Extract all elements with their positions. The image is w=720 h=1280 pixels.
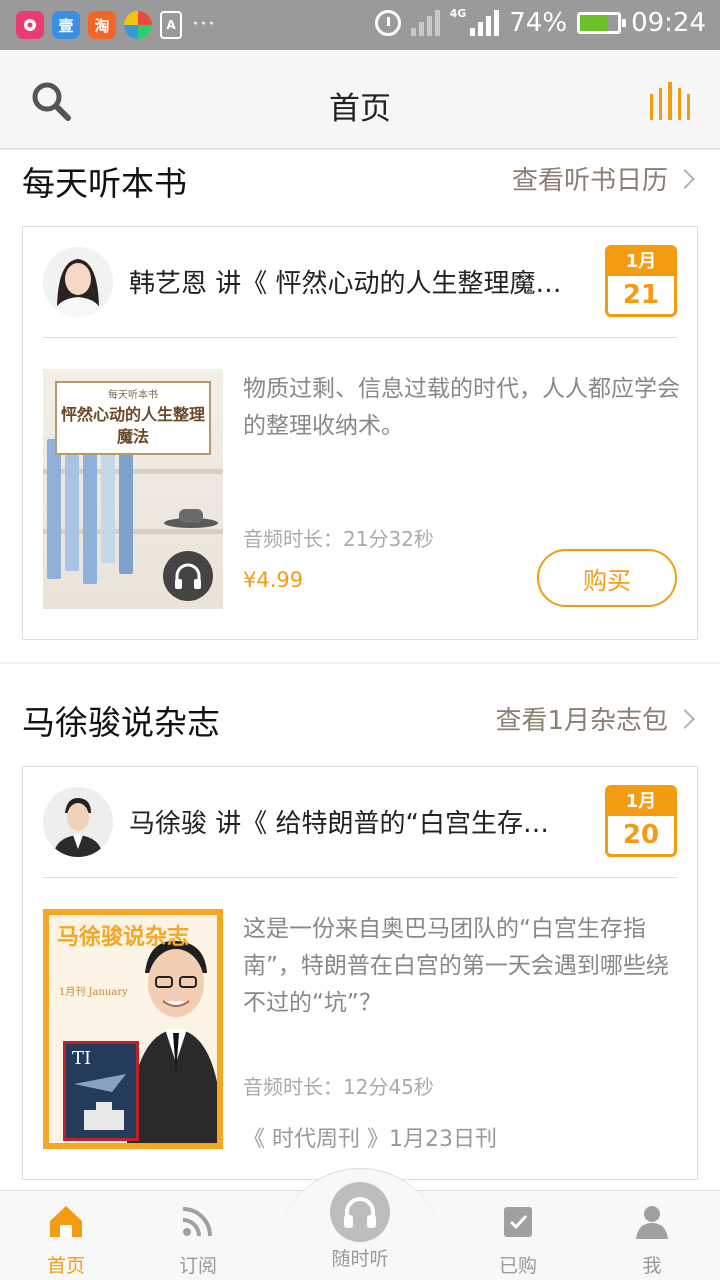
hat-image (164, 509, 218, 528)
buy-button[interactable]: 购买 (537, 549, 677, 607)
notification-icons: 壹 淘 A ··· (16, 11, 216, 39)
date-day: 21 (622, 280, 660, 310)
speaker-title: 马徐骏 讲《 给特朗普的“白宫生存… (129, 809, 549, 839)
headphones-icon (344, 1197, 376, 1228)
magazine-source: 《 时代周刊 》1月23日刊 (243, 1127, 497, 1152)
shirt-image (101, 443, 115, 563)
speaker-title: 韩艺恩 讲《 怦然心动的人生整理魔… (129, 269, 562, 299)
time-magazine-inset: TI (63, 1041, 139, 1141)
magazine-cover-title: 马徐骏说杂志 (57, 924, 190, 950)
nav-home[interactable]: 首页 (16, 1201, 116, 1278)
shirt-image (47, 439, 61, 579)
book-calendar-link[interactable]: 查看听书日历 (511, 160, 695, 197)
rss-icon (182, 1207, 212, 1237)
price: ¥4.99 (243, 568, 304, 592)
listen-anytime-button[interactable] (330, 1182, 390, 1242)
nav-label: 已购 (498, 1255, 537, 1277)
divider (43, 337, 677, 338)
clipboard-notification-icon: A (160, 11, 182, 39)
divider (43, 877, 677, 878)
magazine-cover-month: 1月刊 January (59, 987, 128, 998)
cover-label: 每天听本书 怦然心动的人生整理魔法 (55, 381, 211, 455)
status-bar: 壹 淘 A ··· 4G 74% 09:24 (0, 0, 720, 50)
speaker-avatar (43, 247, 113, 317)
cover-title: 怦然心动的人生整理魔法 (60, 405, 205, 446)
date-badge: 1月 20 (605, 785, 677, 857)
chevron-right-icon (675, 708, 695, 729)
magazine-cover-art: 马徐骏说杂志 1月刊 January TI (49, 915, 217, 1143)
nav-profile[interactable]: 我 (602, 1201, 702, 1278)
page-title: 首页 (329, 91, 391, 127)
book-description: 物质过剩、信息过载的时代，人人都应学会的整理收纳术。 (243, 376, 680, 439)
speaker-avatar (43, 787, 113, 857)
date-month: 1月 (608, 788, 674, 816)
magazine-section: 马徐骏说杂志 查看1月杂志包 马徐骏 讲《 给特朗普的“白宫生存… 1月 20 (0, 664, 720, 1190)
signal-sim1-icon (410, 10, 440, 36)
nav-label: 我 (642, 1255, 662, 1277)
app-notification-icon: 壹 (52, 11, 80, 39)
signal-sim2-icon (470, 10, 500, 36)
nav-subscribe[interactable]: 订阅 (148, 1201, 248, 1278)
magazine-cover[interactable]: 马徐骏说杂志 1月刊 January TI (43, 909, 223, 1149)
app-notification-icon (124, 11, 152, 39)
magazine-pack-link[interactable]: 查看1月杂志包 (495, 700, 695, 737)
magazine-description: 这是一份来自奥巴马团队的“白宫生存指南”，特朗普在白宫的第一天会遇到哪些绕不过的… (243, 916, 669, 1016)
link-label: 查看1月杂志包 (495, 706, 668, 736)
date-month: 1月 (608, 248, 674, 276)
host-photo (127, 940, 217, 1143)
book-card[interactable]: 韩艺恩 讲《 怦然心动的人生整理魔… 1月 21 每天听本书 怦然心动的人生整理… (22, 226, 698, 640)
battery-percent: 74% (509, 8, 568, 38)
profile-icon (636, 1206, 668, 1239)
nav-purchased[interactable]: 已购 (468, 1201, 568, 1278)
app-header: 首页 (0, 50, 720, 149)
headphones-play-icon[interactable] (163, 551, 213, 601)
magazine-card[interactable]: 马徐骏 讲《 给特朗普的“白宫生存… 1月 20 马徐骏说杂志 1月刊 Janu… (22, 766, 698, 1180)
network-type: 4G (449, 7, 467, 20)
section-title: 马徐骏说杂志 (22, 703, 220, 742)
nav-label: 首页 (46, 1255, 85, 1277)
audio-duration: 音频时长：21分32秒 (243, 527, 434, 551)
audio-bars-icon[interactable] (650, 82, 691, 120)
alarm-icon (374, 10, 401, 36)
date-day: 20 (622, 820, 660, 850)
nav-label: 随时听 (331, 1248, 389, 1270)
app-notification-icon (16, 11, 44, 39)
daily-book-section: 每天听本书 查看听书日历 韩艺恩 讲《 怦然心动的人生整理魔… 1月 21 每天… (0, 150, 720, 662)
home-icon (50, 1206, 82, 1237)
shirt-image (65, 441, 79, 571)
date-badge: 1月 21 (605, 245, 677, 317)
link-label: 查看听书日历 (511, 166, 668, 196)
section-title: 每天听本书 (22, 164, 187, 203)
shirt-image (119, 439, 133, 574)
book-cover[interactable]: 每天听本书 怦然心动的人生整理魔法 (43, 369, 223, 609)
shirt-image (83, 439, 97, 584)
clock: 09:24 (631, 8, 706, 38)
cover-series: 每天听本书 (108, 390, 158, 401)
audio-duration: 音频时长：12分45秒 (243, 1075, 434, 1099)
purchased-icon (504, 1207, 532, 1237)
nav-label: 订阅 (178, 1255, 217, 1277)
chevron-right-icon (675, 168, 695, 189)
battery-icon (577, 12, 627, 34)
taobao-notification-icon: 淘 (88, 11, 116, 39)
more-notifications-icon: ··· (192, 12, 216, 37)
svg-text:TI: TI (72, 1048, 91, 1069)
